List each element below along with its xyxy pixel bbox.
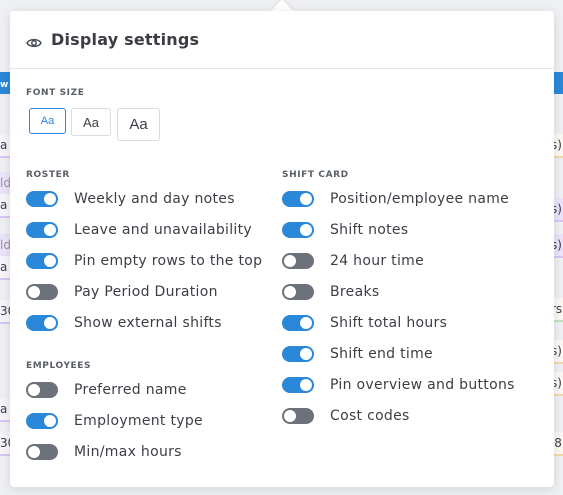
toggle-label: Pin empty rows to the top (74, 253, 263, 269)
toggle-label: Shift total hours (330, 315, 448, 331)
toggle-row-breaks[interactable]: Breaks (282, 282, 379, 302)
panel-title: Display settings (51, 30, 200, 49)
toggle-row-shift-total-hours[interactable]: Shift total hours (282, 313, 447, 333)
toggle-switch[interactable] (26, 444, 58, 460)
font-size-label: FONT SIZE (26, 88, 85, 98)
font-size-large-button[interactable]: Aa (117, 108, 160, 141)
toggle-row-employment-type[interactable]: Employment type (26, 411, 203, 431)
toggle-label: Cost codes (330, 408, 410, 424)
toggle-row-weekly-day-notes[interactable]: Weekly and day notes (26, 189, 235, 209)
toggle-row-preferred-name[interactable]: Preferred name (26, 380, 187, 400)
toggle-label: Position/employee name (330, 191, 510, 207)
toggle-switch[interactable] (26, 315, 58, 331)
panel-header: Display settings (10, 11, 554, 69)
toggle-switch[interactable] (282, 315, 314, 331)
toggle-switch[interactable] (282, 346, 314, 362)
toggle-label: Weekly and day notes (74, 191, 235, 207)
toggle-label: Breaks (330, 284, 380, 300)
toggle-switch[interactable] (282, 284, 314, 300)
toggle-switch[interactable] (26, 284, 58, 300)
toggle-row-shift-notes[interactable]: Shift notes (282, 220, 408, 240)
toggle-row-leave-unavailability[interactable]: Leave and unavailability (26, 220, 252, 240)
toggle-switch[interactable] (282, 377, 314, 393)
toggle-label: Pay Period Duration (74, 284, 218, 300)
toggle-label: Show external shifts (74, 315, 222, 331)
toggle-switch[interactable] (26, 413, 58, 429)
font-size-medium-button[interactable]: Aa (71, 108, 111, 136)
toggle-row-pin-empty-rows[interactable]: Pin empty rows to the top (26, 251, 262, 271)
toggle-switch[interactable] (26, 222, 58, 238)
toggle-switch[interactable] (282, 253, 314, 269)
toggle-label: Shift end time (330, 346, 433, 362)
toggle-switch[interactable] (282, 222, 314, 238)
toggle-switch[interactable] (26, 191, 58, 207)
toggle-label: 24 hour time (330, 253, 425, 269)
display-settings-panel: Display settings FONT SIZE Aa Aa Aa ROST… (10, 11, 554, 487)
font-size-small-button[interactable]: Aa (29, 108, 66, 134)
shift-card-section-label: SHIFT CARD (282, 170, 349, 180)
toggle-switch[interactable] (282, 408, 314, 424)
toggle-row-min-max-hours[interactable]: Min/max hours (26, 442, 182, 462)
toggle-row-24-hour-time[interactable]: 24 hour time (282, 251, 424, 271)
toggle-label: Shift notes (330, 222, 409, 238)
toggle-label: Preferred name (74, 382, 187, 398)
toggle-switch[interactable] (26, 253, 58, 269)
toggle-row-shift-end-time[interactable]: Shift end time (282, 344, 433, 364)
toggle-row-position-employee-name[interactable]: Position/employee name (282, 189, 509, 209)
toggle-row-show-external-shifts[interactable]: Show external shifts (26, 313, 222, 333)
toggle-row-pin-overview-buttons[interactable]: Pin overview and buttons (282, 375, 515, 395)
toggle-label: Pin overview and buttons (330, 377, 515, 393)
toggle-label: Leave and unavailability (74, 222, 252, 238)
toggle-row-pay-period-duration[interactable]: Pay Period Duration (26, 282, 218, 302)
toggle-switch[interactable] (26, 382, 58, 398)
toggle-row-cost-codes[interactable]: Cost codes (282, 406, 410, 426)
roster-section-label: ROSTER (26, 170, 70, 180)
employees-section-label: EMPLOYEES (26, 361, 92, 371)
toggle-label: Min/max hours (74, 444, 182, 460)
toggle-label: Employment type (74, 413, 203, 429)
eye-icon (26, 34, 42, 47)
toggle-switch[interactable] (282, 191, 314, 207)
